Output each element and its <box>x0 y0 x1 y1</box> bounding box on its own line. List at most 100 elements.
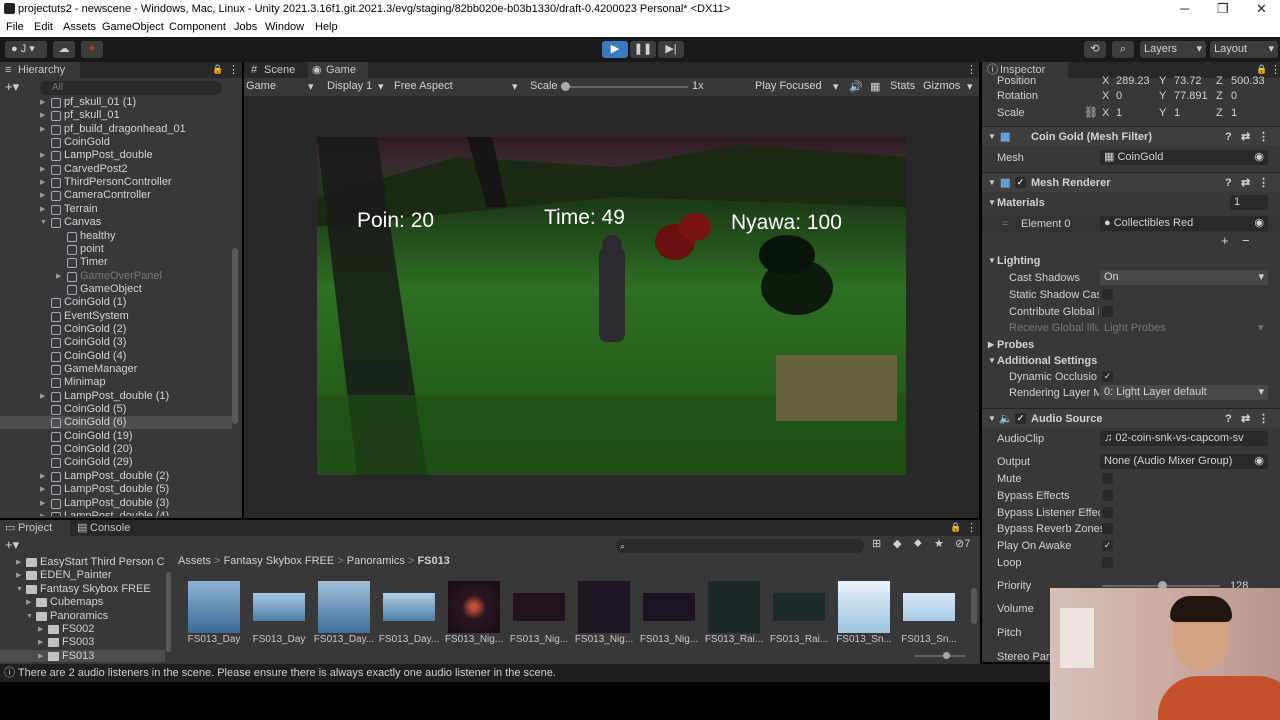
rendering-layer-dropdown[interactable]: 0: Light Layer default ▾ <box>1100 385 1268 400</box>
asset-label[interactable]: FS013_Day <box>182 634 246 645</box>
menu-edit[interactable]: Edit <box>34 21 53 33</box>
hierarchy-item[interactable]: ▶ LampPost_double (4) <box>0 510 232 516</box>
asset-thumb[interactable] <box>383 593 435 621</box>
menu-component[interactable]: Component <box>169 21 226 33</box>
hierarchy-item[interactable]: CoinGold (29) <box>0 456 232 469</box>
menu-assets[interactable]: Assets <box>63 21 96 33</box>
step-button[interactable]: ▶| <box>658 41 684 58</box>
link-icon[interactable]: ⛓ <box>1084 105 1098 121</box>
mesh-filter-header[interactable]: ▼ ▦ Coin Gold (Mesh Filter) ? ⇄ ⋮ <box>982 126 1280 146</box>
bypass-effects-checkbox[interactable] <box>1102 490 1113 501</box>
expand-arrow-icon[interactable]: ▶ <box>40 203 45 216</box>
expand-arrow-icon[interactable]: ▶ <box>56 270 61 283</box>
audio-mute-icon[interactable]: 🔊 <box>849 80 863 93</box>
menu-window[interactable]: Window <box>265 21 304 33</box>
expand-arrow-icon[interactable]: ▶ <box>40 163 45 176</box>
additional-settings-foldout[interactable]: ▼ Additional Settings <box>982 353 1280 369</box>
asset-thumb[interactable] <box>448 581 500 633</box>
assets-scrollbar[interactable] <box>971 588 977 624</box>
scale-slider[interactable] <box>561 82 688 91</box>
asset-thumb[interactable] <box>578 581 630 633</box>
bypass-reverb-checkbox[interactable] <box>1102 523 1113 534</box>
mesh-renderer-header[interactable]: ▼ ▦ ✓ Mesh Renderer ? ⇄ ⋮ <box>982 172 1280 192</box>
game-view[interactable]: Poin: 20 Time: 49 Nyawa: 100 <box>317 137 906 475</box>
hierarchy-item[interactable]: CoinGold (5) <box>0 403 232 416</box>
hierarchy-item[interactable]: GameObject <box>0 283 232 296</box>
asset-thumb[interactable] <box>188 581 240 633</box>
expand-arrow-icon[interactable]: ▶ <box>40 149 45 162</box>
hierarchy-item[interactable]: ▶ CarvedPost2 <box>0 163 232 176</box>
filter-label-icon[interactable]: ◆ <box>893 537 901 550</box>
expand-arrow-icon[interactable]: ▶ <box>40 497 45 510</box>
preset-icon[interactable]: ⇄ <box>1241 127 1250 147</box>
hierarchy-item[interactable]: ▶ LampPost_double (5) <box>0 483 232 496</box>
contribute-gi-checkbox[interactable] <box>1102 306 1113 317</box>
expand-arrow-icon[interactable]: ▶ <box>26 596 31 609</box>
hierarchy-item[interactable]: ▶ LampPost_double (1) <box>0 390 232 403</box>
lock-icon[interactable]: 🔒 <box>212 64 223 75</box>
pause-button[interactable]: ❚❚ <box>630 41 656 58</box>
hierarchy-item[interactable]: ▶ LampPost_double (2) <box>0 470 232 483</box>
help-icon[interactable]: ? <box>1225 409 1232 429</box>
frame-debugger-icon[interactable]: ▦ <box>870 80 880 93</box>
expand-arrow-icon[interactable]: ▶ <box>40 470 45 483</box>
position-x-field[interactable]: 289.23 <box>1116 73 1150 89</box>
position-z-field[interactable]: 500.33 <box>1231 73 1265 89</box>
hierarchy-item[interactable]: point <box>0 243 232 256</box>
project-folder[interactable]: ▶ Cubemaps <box>0 596 165 609</box>
priority-slider[interactable] <box>1102 581 1220 590</box>
tab-project[interactable]: ▭ Project <box>0 520 70 536</box>
mesh-renderer-enabled-checkbox[interactable]: ✓ <box>1015 177 1026 188</box>
menu-jobs[interactable]: Jobs <box>234 21 257 33</box>
expand-arrow-icon[interactable]: ▶ <box>40 96 45 109</box>
filter-type-icon[interactable]: ⊞ <box>872 537 881 550</box>
element0-field[interactable]: ● Collectibles Red ◉ <box>1100 216 1268 231</box>
expand-arrow-icon[interactable]: ▼ <box>26 610 33 623</box>
project-folder[interactable]: ▼ Fantasy Skybox FREE <box>0 583 165 596</box>
project-folder[interactable]: ▶ FS003 <box>0 636 165 649</box>
play-mode-dropdown[interactable]: Play Focused ▾ <box>755 80 839 93</box>
add-button[interactable]: +▾ <box>5 79 19 95</box>
account-button[interactable]: ● J ▾ <box>5 41 47 58</box>
hierarchy-item[interactable]: CoinGold (3) <box>0 336 232 349</box>
tab-hierarchy[interactable]: ≡ Hierarchy <box>0 62 80 78</box>
menu-gameobject[interactable]: GameObject <box>102 21 164 33</box>
hierarchy-item[interactable]: ▶ pf_skull_01 <box>0 109 232 122</box>
collab-icon[interactable]: ✦ <box>81 41 103 58</box>
preset-icon[interactable]: ⇄ <box>1241 173 1250 193</box>
thumbnail-size-slider[interactable] <box>915 652 965 659</box>
help-icon[interactable]: ? <box>1225 127 1232 147</box>
search-icon[interactable]: ⌕ <box>1112 41 1134 58</box>
more-menu-icon[interactable]: ⋮ <box>1258 409 1269 429</box>
minimize-icon[interactable]: ─ <box>1180 1 1189 16</box>
expand-arrow-icon[interactable]: ▼ <box>16 583 23 596</box>
expand-arrow-icon[interactable]: ▶ <box>38 650 43 662</box>
rotation-x-field[interactable]: 0 <box>1116 88 1122 104</box>
hierarchy-item[interactable]: Timer <box>0 256 232 269</box>
hierarchy-item[interactable]: ▶ pf_build_dragonhead_01 <box>0 123 232 136</box>
asset-thumb[interactable] <box>253 593 305 621</box>
asset-label[interactable]: FS013_Rai... <box>767 634 831 645</box>
remove-element-button[interactable]: − <box>1242 233 1250 248</box>
asset-label[interactable]: FS013_Day <box>247 634 311 645</box>
close-icon[interactable]: ✕ <box>1256 1 1267 17</box>
cast-shadows-dropdown[interactable]: On ▾ <box>1100 270 1268 285</box>
expand-arrow-icon[interactable]: ▼ <box>40 216 47 229</box>
expand-arrow-icon[interactable]: ▶ <box>40 176 45 189</box>
more-menu-icon[interactable]: ⋮ <box>966 63 977 76</box>
rotation-z-field[interactable]: 0 <box>1231 88 1237 104</box>
mute-checkbox[interactable] <box>1102 473 1113 484</box>
expand-arrow-icon[interactable]: ▶ <box>40 109 45 122</box>
hierarchy-item[interactable]: ▶ GameOverPanel <box>0 270 232 283</box>
materials-row[interactable]: ▼ Materials 1 <box>982 195 1280 211</box>
play-on-awake-checkbox[interactable]: ✓ <box>1102 540 1113 551</box>
expand-arrow-icon[interactable]: ▶ <box>38 636 43 649</box>
asset-label[interactable]: FS013_Sn... <box>832 634 896 645</box>
hierarchy-scrollbar[interactable] <box>232 248 238 424</box>
breadcrumb-panoramics[interactable]: Panoramics <box>347 555 405 567</box>
breadcrumb-skybox[interactable]: Fantasy Skybox FREE <box>224 555 335 567</box>
hierarchy-item[interactable]: CoinGold (1) <box>0 296 232 309</box>
mesh-field[interactable]: ▦ CoinGold ◉ <box>1100 150 1268 165</box>
hierarchy-item[interactable]: ▶ CameraController <box>0 189 232 202</box>
drag-handle-icon[interactable]: = <box>1002 216 1008 232</box>
